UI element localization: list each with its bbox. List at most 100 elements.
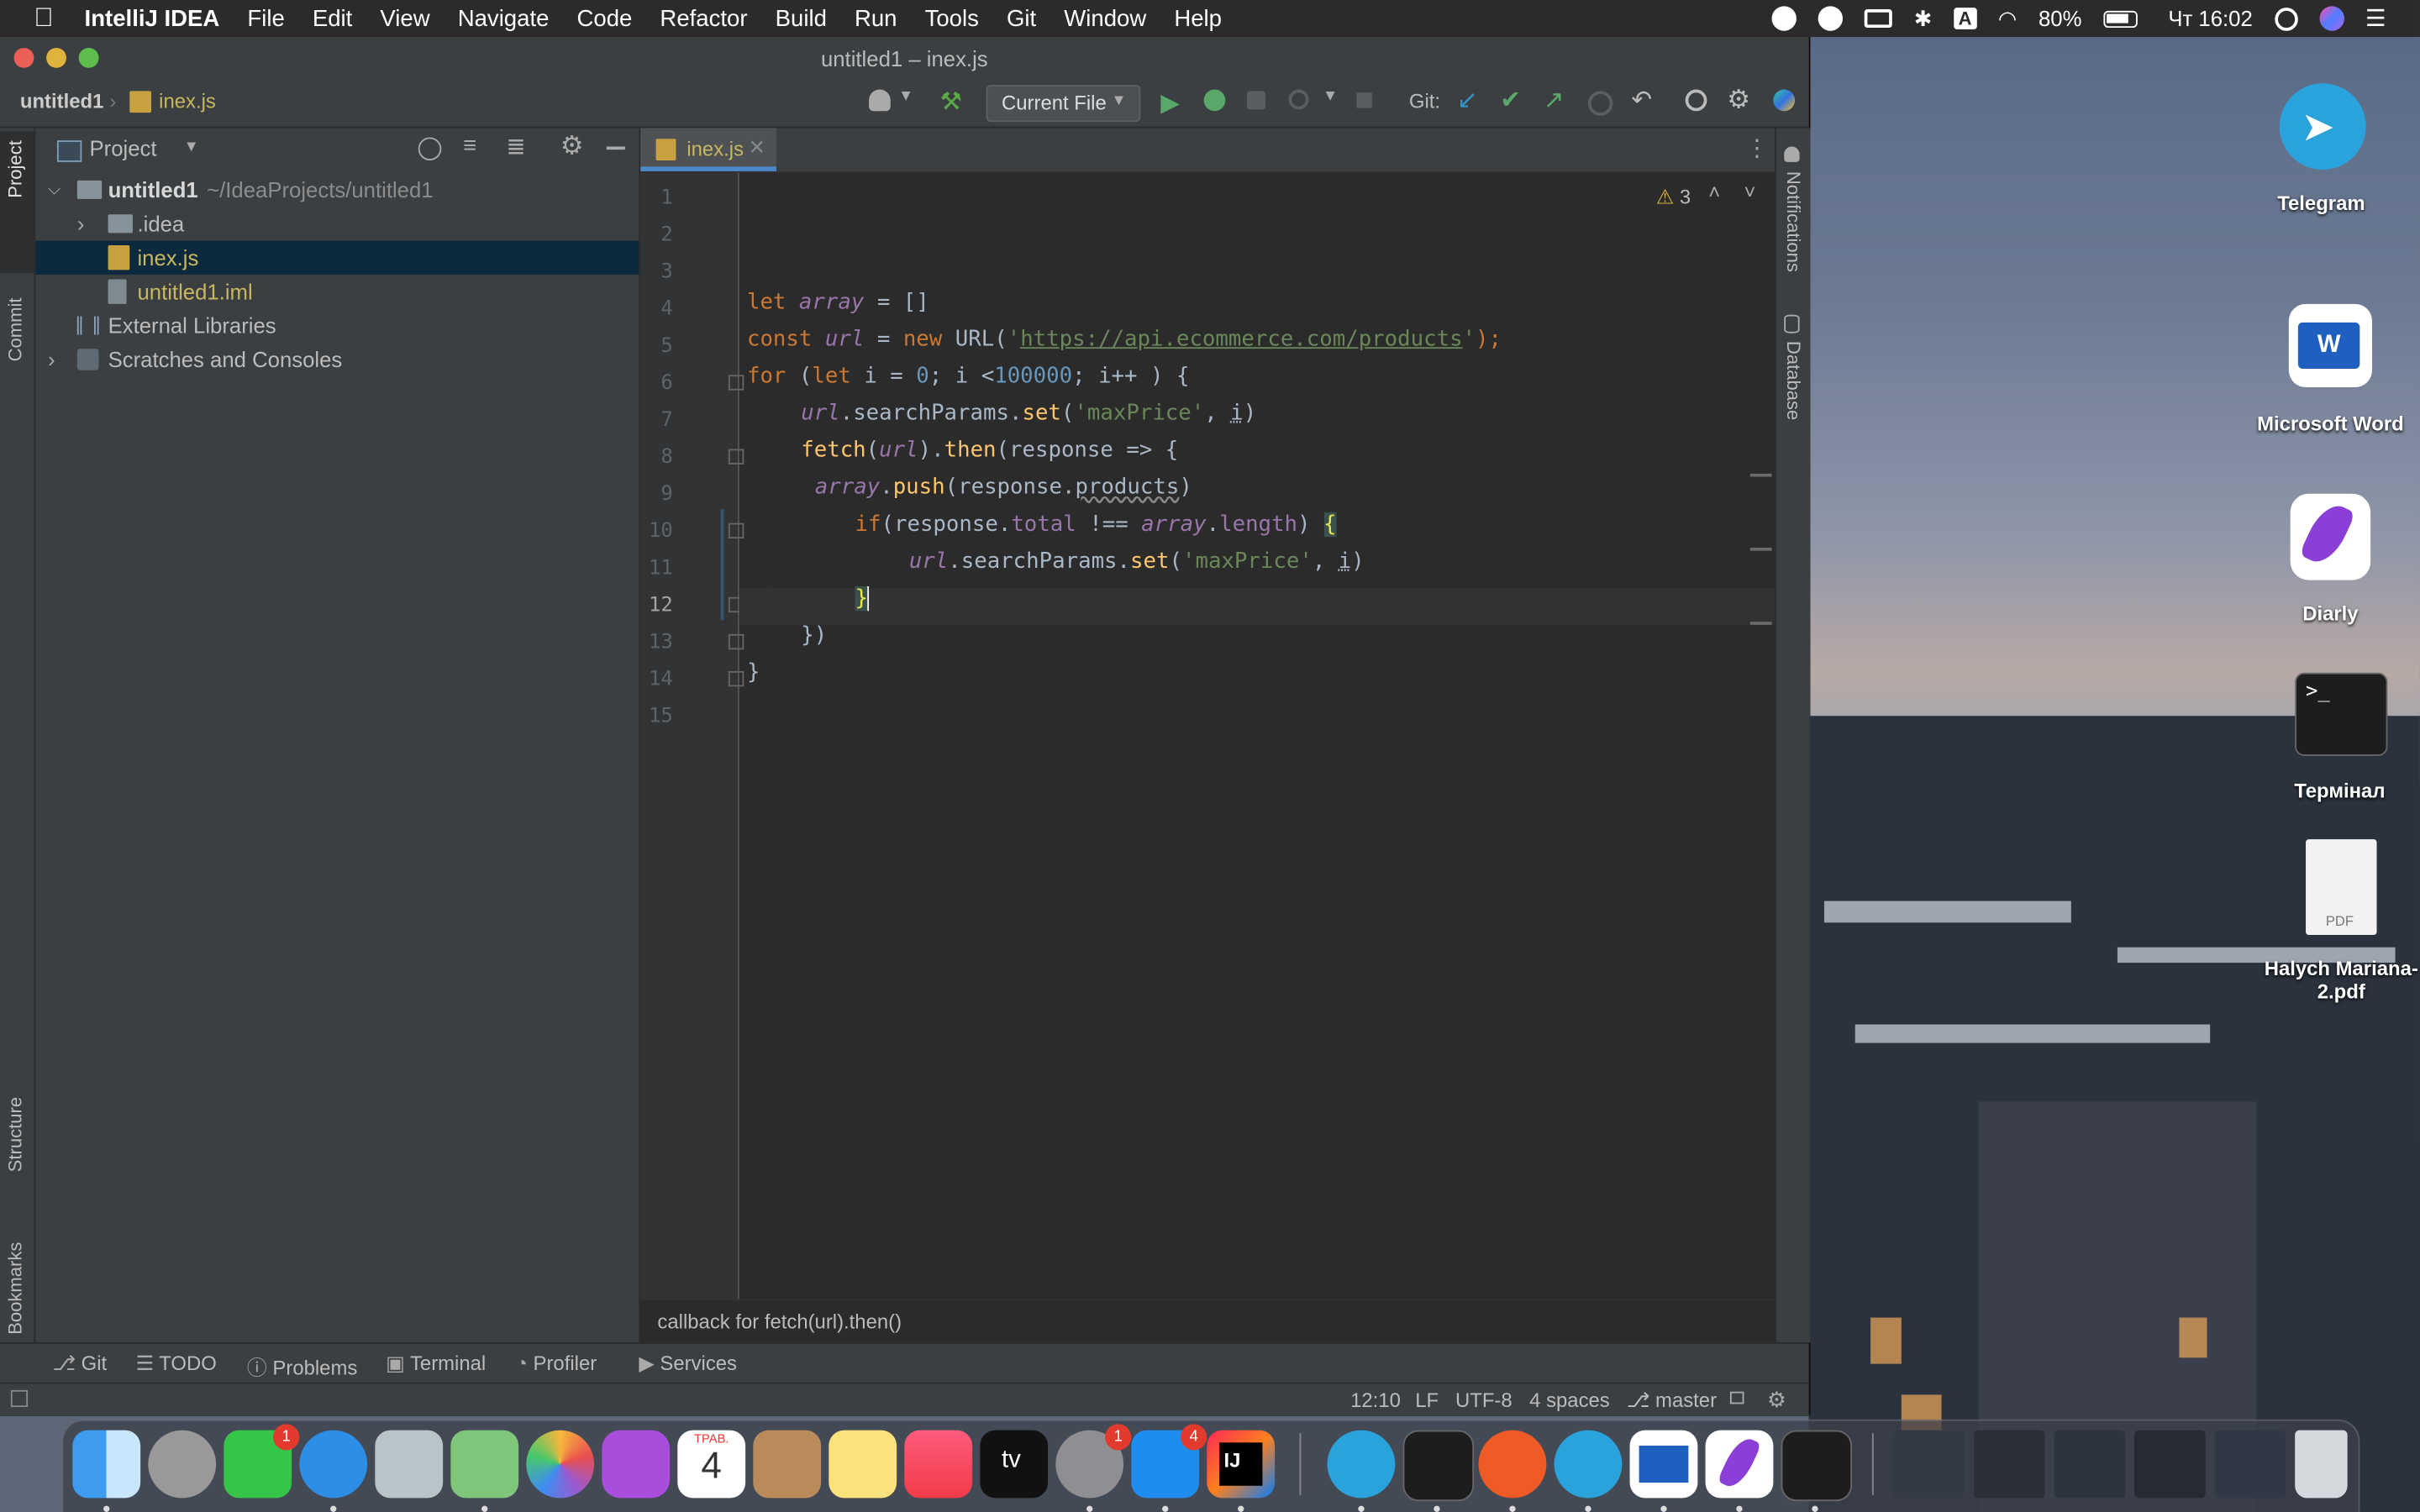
dock-calendar[interactable]: ТРАВ. 4 bbox=[677, 1430, 746, 1499]
dock-launchpad[interactable] bbox=[148, 1430, 217, 1499]
menu-view[interactable]: View bbox=[380, 5, 429, 31]
git-commit-icon[interactable]: ✔ bbox=[1500, 85, 1521, 116]
event-log-icon[interactable]: ⚙ bbox=[1767, 1387, 1786, 1413]
spotlight-icon[interactable] bbox=[2274, 7, 2298, 30]
menu-run[interactable]: Run bbox=[855, 5, 897, 31]
search-icon[interactable] bbox=[1685, 89, 1707, 112]
dock-podcasts[interactable] bbox=[602, 1430, 671, 1499]
code-line-14[interactable]: } bbox=[747, 660, 760, 685]
tool-tab-structure[interactable]: Structure bbox=[5, 1097, 27, 1172]
tree-item-inex-js[interactable]: inex.js bbox=[35, 240, 639, 275]
line-separator[interactable]: LF bbox=[1415, 1389, 1439, 1412]
tool-button-problems[interactable]: ⓘ Problems bbox=[247, 1352, 357, 1381]
hide-panel-icon[interactable] bbox=[606, 146, 625, 150]
tree-root-untitled1[interactable]: ⌵ untitled1 ~/IdeaProjects/untitled1 bbox=[35, 173, 639, 207]
close-window-button[interactable] bbox=[13, 47, 34, 68]
tool-tab-database[interactable]: Database bbox=[1782, 341, 1804, 420]
tree-item-scratches[interactable]: › Scratches and Consoles bbox=[35, 343, 639, 376]
editor-breadcrumb[interactable]: callback for fetch(url).then() bbox=[640, 1299, 1776, 1344]
battery-percent[interactable]: 80% bbox=[2039, 6, 2081, 30]
nav-file-name[interactable]: inex.js bbox=[159, 90, 216, 113]
fold-marker-icon[interactable] bbox=[728, 522, 744, 539]
chevron-down-icon[interactable]: ⌵ bbox=[48, 173, 60, 207]
tree-item-idea-folder[interactable]: › .idea bbox=[35, 207, 639, 240]
menu-build[interactable]: Build bbox=[776, 5, 827, 31]
chevron-right-icon[interactable]: › bbox=[48, 343, 55, 376]
wifi-icon[interactable]: ◠ bbox=[1998, 5, 2017, 31]
code-with-me-icon[interactable] bbox=[1773, 89, 1796, 112]
airplay-icon[interactable] bbox=[1865, 9, 1893, 29]
menu-app-name[interactable]: IntelliJ IDEA bbox=[85, 5, 220, 31]
next-highlight-icon[interactable]: ˅ bbox=[1744, 181, 1755, 204]
editor-tab-inex-js[interactable]: inex.js ✕ bbox=[640, 128, 776, 171]
dock-terminal[interactable] bbox=[1402, 1430, 1475, 1502]
panel-settings-gear-icon[interactable]: ⚙ bbox=[560, 131, 584, 162]
tool-button-todo[interactable]: ☰ TODO bbox=[136, 1352, 217, 1376]
notifications-bell-icon[interactable] bbox=[1784, 146, 1800, 162]
debug-icon[interactable] bbox=[1203, 89, 1226, 112]
tool-tab-notifications[interactable]: Notifications bbox=[1782, 171, 1804, 272]
code-line-12[interactable]: } bbox=[855, 585, 870, 612]
dock-minimized-window[interactable] bbox=[2214, 1430, 2286, 1499]
chevron-right-icon[interactable]: › bbox=[77, 207, 85, 240]
dock-intellij-idea[interactable]: IJ bbox=[1207, 1430, 1276, 1499]
desktop-icon-terminal[interactable]: >_ bbox=[2295, 672, 2388, 756]
expand-all-icon[interactable]: ≡ bbox=[463, 133, 476, 159]
warning-indicator[interactable]: ⚠ 3 bbox=[1656, 185, 1691, 209]
user-profile-icon[interactable] bbox=[869, 89, 891, 112]
project-panel-title[interactable]: Project bbox=[90, 136, 157, 160]
run-icon[interactable]: ▶ bbox=[1160, 88, 1180, 119]
menu-code[interactable]: Code bbox=[576, 5, 632, 31]
toggle-tool-windows-icon[interactable] bbox=[10, 1389, 29, 1408]
dock-minimized-window[interactable] bbox=[1893, 1430, 1965, 1499]
run-configuration-select[interactable]: Current File ▼ bbox=[986, 85, 1141, 123]
fold-marker-icon[interactable] bbox=[728, 449, 744, 465]
code-line-7[interactable]: url.searchParams.set('maxPrice', i) bbox=[801, 402, 1256, 426]
previous-highlight-icon[interactable]: ˄ bbox=[1708, 181, 1720, 204]
fold-marker-icon[interactable] bbox=[728, 670, 744, 687]
dock-contacts[interactable] bbox=[753, 1430, 822, 1499]
chevron-down-icon[interactable]: ▼ bbox=[184, 139, 199, 155]
tool-button-profiler[interactable]: ◔ Profiler bbox=[515, 1352, 597, 1375]
tool-tab-commit[interactable]: Commit bbox=[5, 297, 27, 361]
dock-photos[interactable] bbox=[526, 1430, 595, 1499]
code-line-9[interactable]: array.push(response.products) bbox=[815, 475, 1192, 500]
rollback-icon[interactable]: ↶ bbox=[1631, 85, 1652, 116]
dock-app-store[interactable]: 4 bbox=[1131, 1424, 1207, 1499]
dock-minimized-window[interactable] bbox=[2054, 1430, 2126, 1499]
dock-notes[interactable] bbox=[829, 1430, 897, 1499]
tool-button-git[interactable]: ⎇ Git bbox=[52, 1352, 107, 1376]
code-line-11[interactable]: url.searchParams.set('maxPrice', i) bbox=[909, 549, 1365, 574]
fold-marker-icon[interactable] bbox=[728, 375, 744, 391]
more-options-icon[interactable]: ⋮ bbox=[1745, 134, 1769, 162]
tool-tab-bookmarks[interactable]: Bookmarks bbox=[5, 1242, 27, 1335]
tool-button-services[interactable]: ▶ Services bbox=[639, 1352, 737, 1376]
scrollbar-mark[interactable] bbox=[1749, 473, 1772, 477]
dock-preview[interactable] bbox=[375, 1430, 444, 1499]
code-line-13[interactable]: }) bbox=[801, 623, 827, 648]
code-line-8[interactable]: fetch(url).then(response => { bbox=[801, 438, 1178, 463]
control-center-icon[interactable]: ☰ bbox=[2365, 5, 2386, 32]
dock-music[interactable] bbox=[904, 1430, 973, 1499]
fold-marker-icon[interactable] bbox=[728, 633, 744, 650]
minimize-window-button[interactable] bbox=[46, 47, 66, 68]
dock-microsoft-word[interactable] bbox=[1629, 1430, 1698, 1499]
database-icon[interactable] bbox=[1784, 314, 1800, 333]
menu-file[interactable]: File bbox=[247, 5, 284, 31]
bluetooth-icon[interactable]: ✱ bbox=[1914, 5, 1933, 31]
profile-icon[interactable] bbox=[1288, 89, 1309, 110]
tool-button-terminal[interactable]: ▣ Terminal bbox=[386, 1352, 486, 1376]
dock-diarly[interactable] bbox=[1705, 1430, 1774, 1499]
desktop-icon-pdf[interactable]: PDF bbox=[2306, 839, 2377, 936]
git-push-icon[interactable]: ↗ bbox=[1544, 85, 1565, 116]
chevron-down-icon[interactable]: ▼ bbox=[1323, 88, 1338, 105]
apple-icon[interactable]:  bbox=[34, 3, 53, 34]
tool-tab-project[interactable]: Project bbox=[5, 140, 27, 198]
code-line-4[interactable]: let array = [] bbox=[747, 290, 929, 314]
code-line-10[interactable]: if(response.total !== array.length) { bbox=[855, 512, 1337, 538]
caret-position[interactable]: 12:10 bbox=[1350, 1389, 1401, 1412]
desktop-icon-diarly[interactable] bbox=[2290, 493, 2371, 580]
locate-file-icon[interactable] bbox=[418, 137, 442, 161]
keyboard-layout-icon[interactable]: A bbox=[1954, 8, 1977, 29]
clock[interactable]: Чт 16:02 bbox=[2168, 6, 2252, 30]
